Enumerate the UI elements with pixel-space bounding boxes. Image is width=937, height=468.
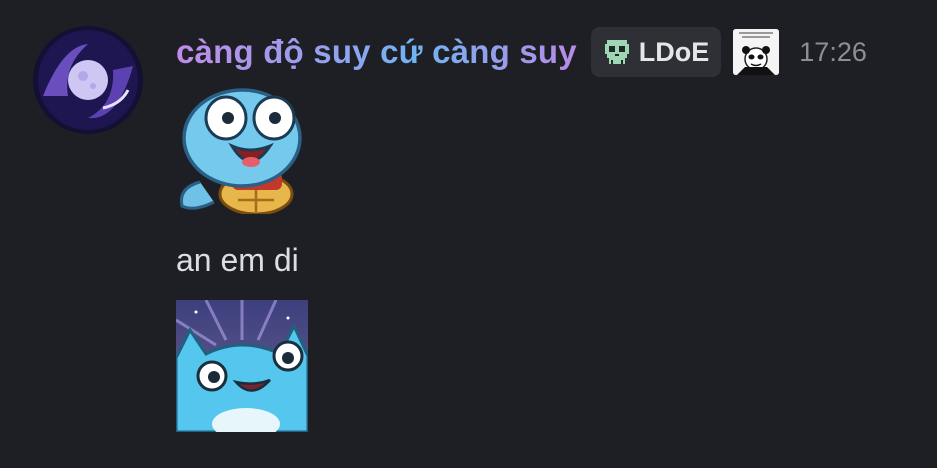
username[interactable]: càng độ suy cứ càng suy <box>176 33 577 71</box>
timestamp[interactable]: 17:26 <box>799 37 867 68</box>
message-text: an em di <box>176 242 299 278</box>
user-avatar[interactable] <box>33 26 143 134</box>
message-header: càng độ suy cứ càng suy LDoE 17:26 <box>176 27 867 77</box>
server-tag[interactable]: LDoE <box>590 27 722 77</box>
blue-cat-sticker[interactable] <box>176 300 308 432</box>
squirtle-sticker[interactable] <box>176 84 308 216</box>
server-tag-text: LDoE <box>638 36 710 67</box>
panda-meme-icon[interactable] <box>733 29 780 75</box>
moon-avatar-icon <box>38 30 138 130</box>
skull-icon <box>604 40 629 64</box>
